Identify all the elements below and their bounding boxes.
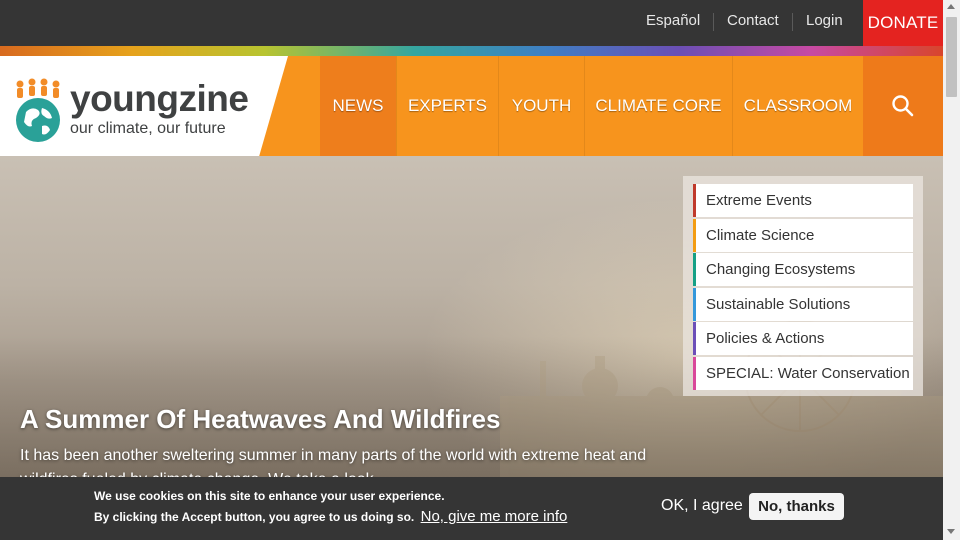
more-info-link[interactable]: No, give me more info [421,508,568,525]
site-header: youngzine our climate, our future NEWS E… [0,56,943,156]
topic-water-conservation[interactable]: SPECIAL: Water Conservation [693,357,913,390]
utility-bar: Español Contact Login DONATE [0,0,943,46]
topic-menu: Extreme Events Climate Science Changing … [683,176,923,396]
logo-wordmark: youngzine [70,78,249,119]
nav-classroom[interactable]: CLASSROOM [733,56,863,156]
nav-experts[interactable]: EXPERTS [397,56,498,156]
nav-news[interactable]: NEWS [320,56,396,156]
logo[interactable]: youngzine our climate, our future [0,56,288,156]
rainbow-stripe [0,46,943,56]
divider [792,13,793,31]
globe-kids-logo-icon [16,78,60,142]
scrollbar[interactable] [943,0,960,540]
nav-youth[interactable]: YOUTH [499,56,584,156]
search-button[interactable] [863,56,943,156]
cookie-banner: We use cookies on this site to enhance y… [0,477,943,540]
search-icon [892,95,914,117]
scrollbar-thumb[interactable] [946,17,957,97]
cookie-consent-text: By clicking the Accept button, you agree… [94,508,567,525]
espanol-link[interactable]: Español [646,12,700,29]
topic-policies-actions[interactable]: Policies & Actions [693,322,913,355]
topic-climate-science[interactable]: Climate Science [693,219,913,252]
divider [713,13,714,31]
scroll-up-arrow-icon[interactable] [947,4,955,9]
decline-cookies-button[interactable]: No, thanks [749,493,844,520]
hero-summary: It has been another sweltering summer in… [20,447,647,477]
nav-climate-core[interactable]: CLIMATE CORE [585,56,732,156]
logo-tagline: our climate, our future [70,120,226,137]
contact-link[interactable]: Contact [727,12,779,29]
cookie-consent-sentence: By clicking the Accept button, you agree… [94,510,415,524]
scroll-down-arrow-icon[interactable] [947,529,955,534]
accept-cookies-button[interactable]: OK, I agree [661,497,743,515]
topic-sustainable-solutions[interactable]: Sustainable Solutions [693,288,913,321]
hero-title[interactable]: A Summer Of Heatwaves And Wildfires [20,404,500,435]
donate-button[interactable]: DONATE [863,0,943,46]
cookie-message: We use cookies on this site to enhance y… [94,489,445,503]
login-link[interactable]: Login [806,12,843,29]
topic-changing-ecosystems[interactable]: Changing Ecosystems [693,253,913,286]
topic-extreme-events[interactable]: Extreme Events [693,184,913,217]
